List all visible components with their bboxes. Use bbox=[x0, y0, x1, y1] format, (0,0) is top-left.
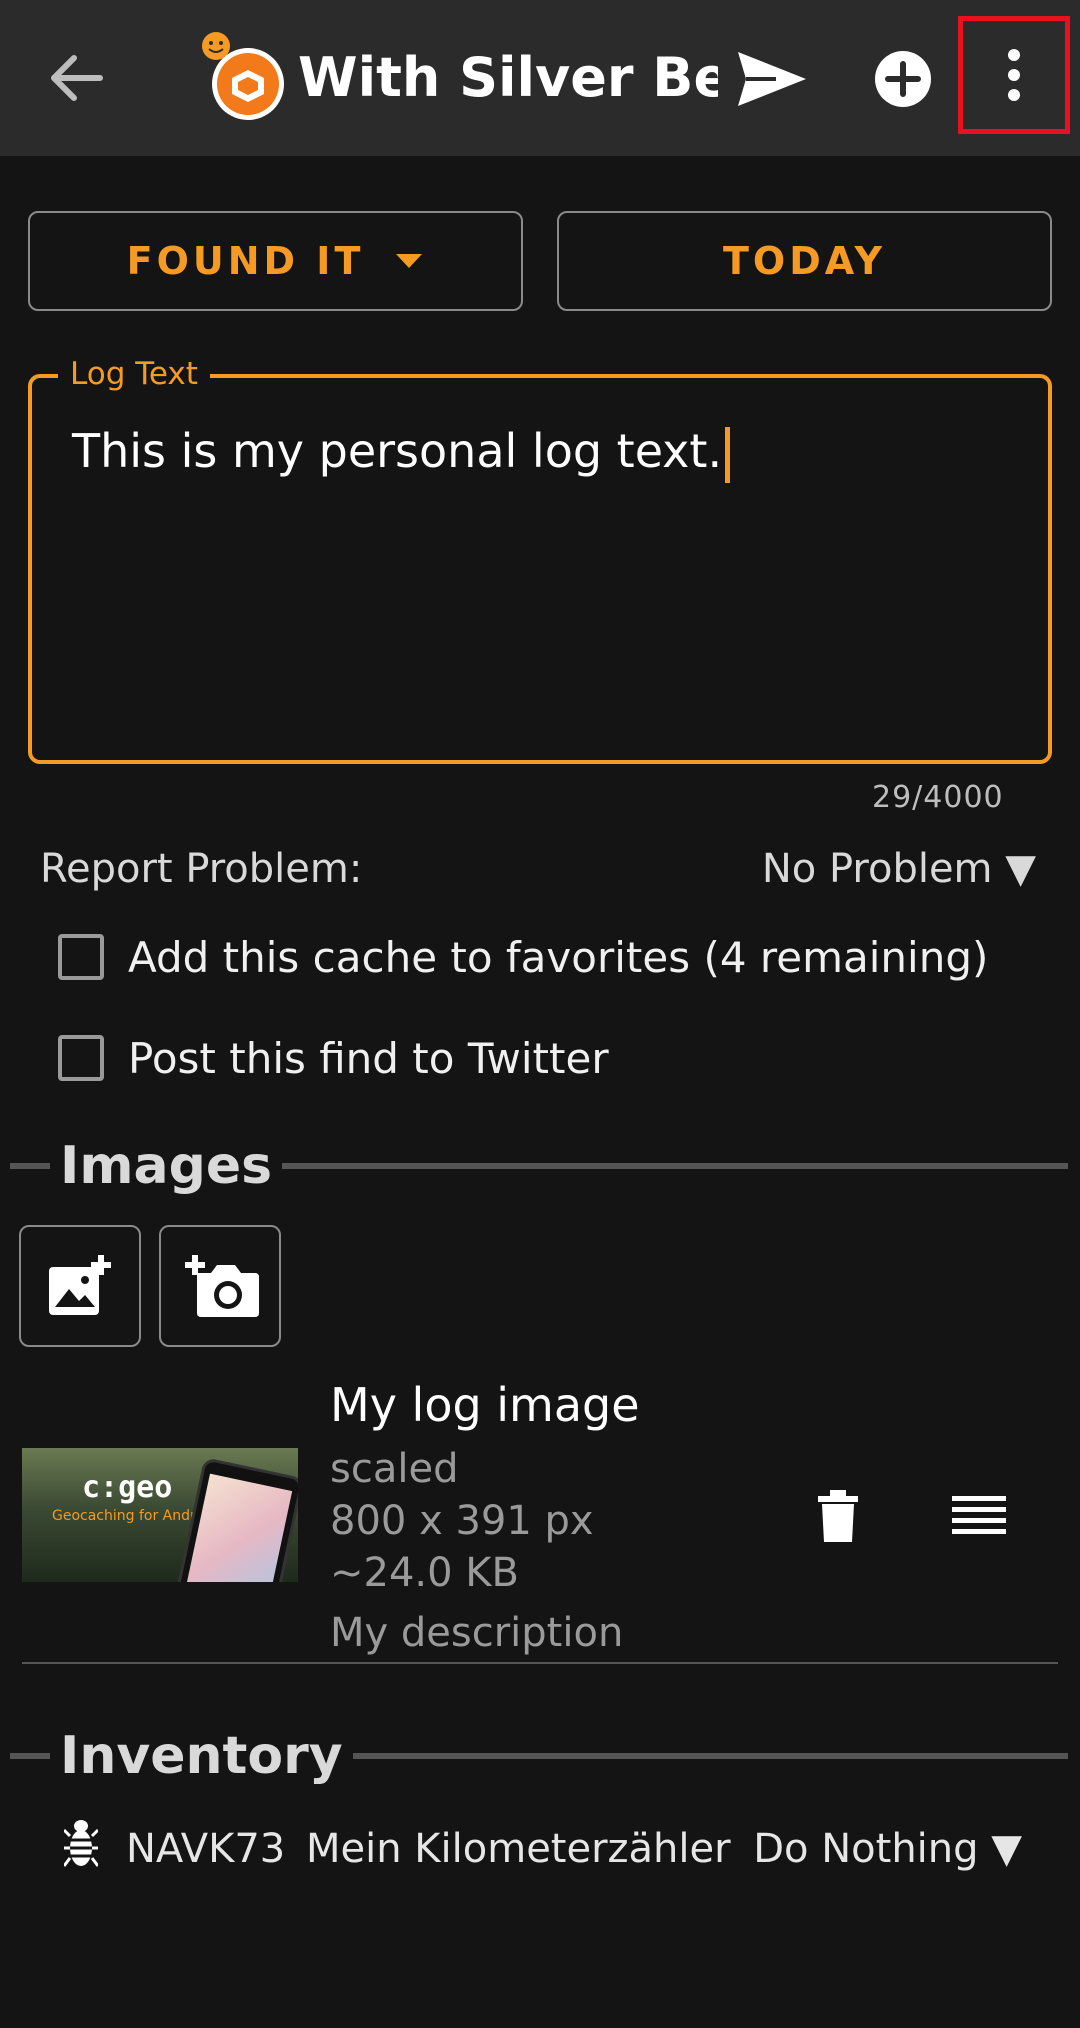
add-circle-icon[interactable] bbox=[872, 48, 934, 110]
thumbnail-logo: c:geo bbox=[82, 1470, 173, 1505]
twitter-option[interactable]: Post this find to Twitter bbox=[58, 1028, 609, 1088]
twitter-label: Post this find to Twitter bbox=[128, 1033, 609, 1083]
log-text-label: Log Text bbox=[58, 356, 210, 392]
favorite-checkbox[interactable] bbox=[58, 934, 104, 980]
page-title: With Silver Be... bbox=[298, 46, 718, 109]
drag-handle-icon bbox=[952, 1496, 1006, 1534]
image-title: My log image bbox=[330, 1378, 640, 1432]
log-text-content: This is my personal log text. bbox=[72, 424, 723, 478]
trash-icon bbox=[818, 1490, 858, 1542]
image-size: ~24.0 KB bbox=[330, 1550, 519, 1596]
trackable-bug-icon bbox=[62, 1818, 100, 1874]
character-counter: 29/4000 bbox=[872, 780, 1004, 815]
add-camera-icon bbox=[185, 1255, 259, 1317]
more-options-button[interactable] bbox=[958, 16, 1070, 134]
image-list-divider bbox=[22, 1662, 1058, 1664]
twitter-checkbox[interactable] bbox=[58, 1035, 104, 1081]
log-image-thumbnail[interactable]: c:geo Geocaching for Android bbox=[22, 1448, 298, 1582]
image-description: My description bbox=[330, 1610, 624, 1656]
more-vert-icon bbox=[1008, 49, 1020, 101]
report-problem-select[interactable]: No Problem ▼ bbox=[762, 846, 1036, 892]
geocache-type-icon bbox=[198, 32, 288, 122]
image-scale: scaled bbox=[330, 1446, 459, 1492]
log-text-value[interactable]: This is my personal log text. bbox=[72, 424, 731, 483]
favorite-option[interactable]: Add this cache to favorites (4 remaining… bbox=[58, 927, 988, 987]
date-label: TODAY bbox=[722, 239, 887, 283]
text-cursor bbox=[725, 426, 731, 483]
take-photo-button[interactable] bbox=[159, 1225, 281, 1347]
log-type-button[interactable]: FOUND IT bbox=[28, 211, 523, 311]
phone-illustration bbox=[171, 1457, 298, 1582]
image-dimensions: 800 x 391 px bbox=[330, 1498, 594, 1544]
images-section-title: Images bbox=[50, 1136, 283, 1196]
trackable-action-select[interactable]: Do Nothing ▼ bbox=[753, 1826, 1022, 1872]
trackable-code: NAVK73 bbox=[126, 1826, 286, 1872]
inventory-section-title: Inventory bbox=[50, 1726, 353, 1786]
send-icon[interactable] bbox=[732, 44, 812, 114]
favorite-label: Add this cache to favorites (4 remaining… bbox=[128, 932, 989, 982]
dropdown-arrow-icon bbox=[396, 254, 423, 268]
log-type-label: FOUND IT bbox=[126, 239, 365, 283]
trackable-name: Mein Kilometerzähler bbox=[306, 1826, 731, 1872]
date-button[interactable]: TODAY bbox=[557, 211, 1052, 311]
add-photo-icon bbox=[49, 1255, 111, 1315]
delete-image-button[interactable] bbox=[810, 1488, 866, 1544]
report-problem-label: Report Problem: bbox=[40, 846, 363, 892]
reorder-image-handle[interactable] bbox=[952, 1494, 1006, 1538]
back-arrow-icon[interactable] bbox=[40, 42, 112, 114]
add-image-button[interactable] bbox=[19, 1225, 141, 1347]
